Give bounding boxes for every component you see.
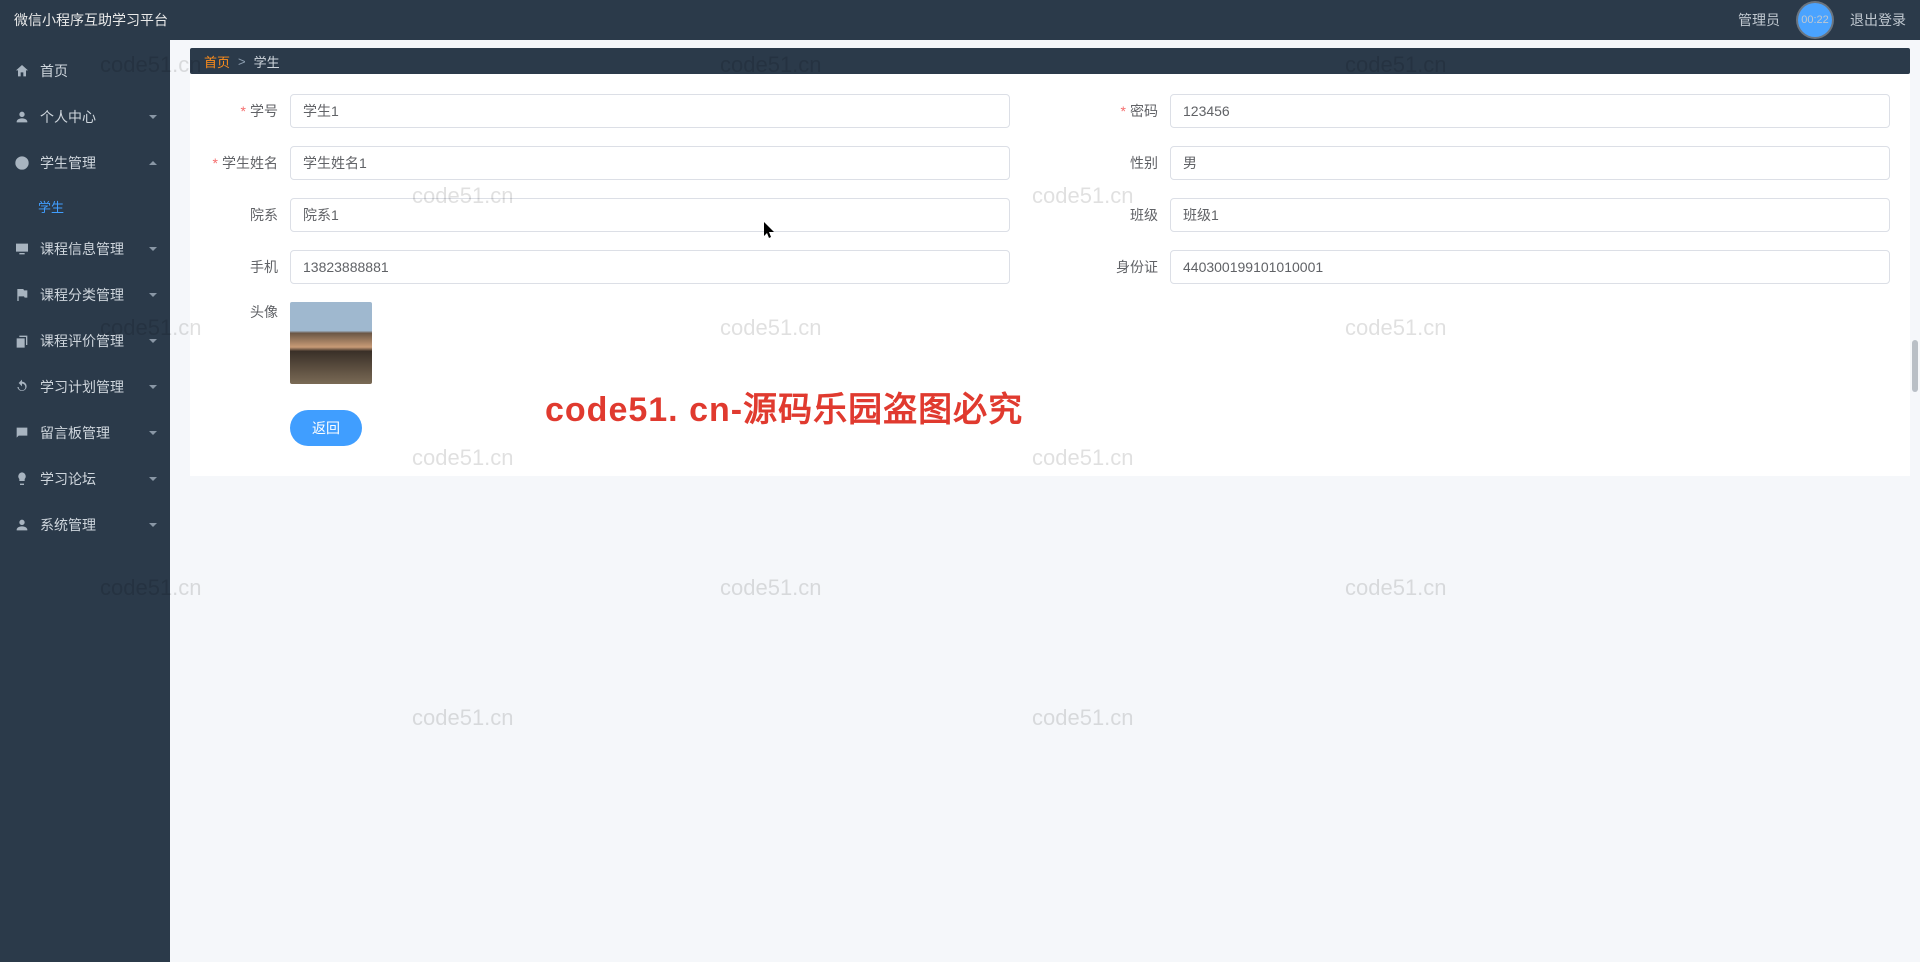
- input-gender[interactable]: [1170, 146, 1890, 180]
- chevron-up-icon: [148, 155, 158, 171]
- sidebar-item-label: 留言板管理: [40, 423, 110, 443]
- label-name: *学生姓名: [190, 153, 290, 173]
- main-content: 首页 > 学生 *学号 *密码 *学生姓名 性别: [170, 40, 1920, 962]
- header-admin-link[interactable]: 管理员: [1738, 10, 1780, 30]
- chevron-down-icon: [148, 517, 158, 533]
- sidebar: 首页 个人中心 学生管理 学生 课程信息管理 课程分类管理 课程评价管理: [0, 40, 170, 962]
- app-header: 微信小程序互助学习平台 管理员 00:22 退出登录: [0, 0, 1920, 40]
- chevron-down-icon: [148, 241, 158, 257]
- sidebar-item-label: 个人中心: [40, 107, 96, 127]
- chevron-down-icon: [148, 287, 158, 303]
- label-idcard: 身份证: [1070, 257, 1170, 277]
- person-icon: [14, 109, 30, 125]
- copy-icon: [14, 333, 30, 349]
- input-idcard[interactable]: [1170, 250, 1890, 284]
- monitor-icon: [14, 241, 30, 257]
- flag-icon: [14, 287, 30, 303]
- sidebar-item-label: 课程评价管理: [40, 331, 124, 351]
- sidebar-item-course-info[interactable]: 课程信息管理: [0, 226, 170, 272]
- label-gender: 性别: [1070, 153, 1170, 173]
- bulb-icon: [14, 471, 30, 487]
- back-button[interactable]: 返回: [290, 410, 362, 446]
- refresh-icon: [14, 379, 30, 395]
- sidebar-item-label: 学习论坛: [40, 469, 96, 489]
- breadcrumb-sep: >: [238, 54, 246, 69]
- breadcrumb: 首页 > 学生: [190, 48, 1910, 74]
- sidebar-subitem-label: 学生: [38, 197, 64, 216]
- sidebar-item-student-mgmt[interactable]: 学生管理: [0, 140, 170, 186]
- home-icon: [14, 63, 30, 79]
- label-class: 班级: [1070, 205, 1170, 225]
- label-password: *密码: [1070, 101, 1170, 121]
- input-name[interactable]: [290, 146, 1010, 180]
- chevron-down-icon: [148, 425, 158, 441]
- input-department[interactable]: [290, 198, 1010, 232]
- chevron-down-icon: [148, 471, 158, 487]
- app-title: 微信小程序互助学习平台: [14, 10, 168, 30]
- sidebar-item-course-category[interactable]: 课程分类管理: [0, 272, 170, 318]
- breadcrumb-current: 学生: [254, 52, 280, 71]
- input-password[interactable]: [1170, 94, 1890, 128]
- sidebar-item-home[interactable]: 首页: [0, 48, 170, 94]
- header-logout-link[interactable]: 退出登录: [1850, 10, 1906, 30]
- scroll-indicator[interactable]: [1912, 340, 1918, 392]
- sidebar-item-message-board[interactable]: 留言板管理: [0, 410, 170, 456]
- label-student-id: *学号: [190, 101, 290, 121]
- input-phone[interactable]: [290, 250, 1010, 284]
- sidebar-item-profile[interactable]: 个人中心: [0, 94, 170, 140]
- breadcrumb-home[interactable]: 首页: [204, 52, 230, 71]
- chat-icon: [14, 425, 30, 441]
- chevron-down-icon: [148, 333, 158, 349]
- label-avatar: 头像: [190, 302, 290, 322]
- sidebar-item-label: 课程信息管理: [40, 239, 124, 259]
- sidebar-item-course-review[interactable]: 课程评价管理: [0, 318, 170, 364]
- student-form-card: *学号 *密码 *学生姓名 性别 院系: [190, 74, 1910, 476]
- sidebar-item-label: 系统管理: [40, 515, 96, 535]
- input-class[interactable]: [1170, 198, 1890, 232]
- label-department: 院系: [190, 205, 290, 225]
- sidebar-item-label: 学习计划管理: [40, 377, 124, 397]
- input-student-id[interactable]: [290, 94, 1010, 128]
- person-icon: [14, 517, 30, 533]
- sidebar-item-system[interactable]: 系统管理: [0, 502, 170, 548]
- chevron-down-icon: [148, 109, 158, 125]
- header-time-badge: 00:22: [1798, 3, 1832, 37]
- label-phone: 手机: [190, 257, 290, 277]
- sidebar-item-label: 课程分类管理: [40, 285, 124, 305]
- clock-icon: [14, 155, 30, 171]
- avatar-image[interactable]: [290, 302, 372, 384]
- sidebar-item-label: 首页: [40, 61, 68, 81]
- chevron-down-icon: [148, 379, 158, 395]
- sidebar-item-label: 学生管理: [40, 153, 96, 173]
- sidebar-item-forum[interactable]: 学习论坛: [0, 456, 170, 502]
- sidebar-subitem-student[interactable]: 学生: [0, 186, 170, 226]
- sidebar-item-study-plan[interactable]: 学习计划管理: [0, 364, 170, 410]
